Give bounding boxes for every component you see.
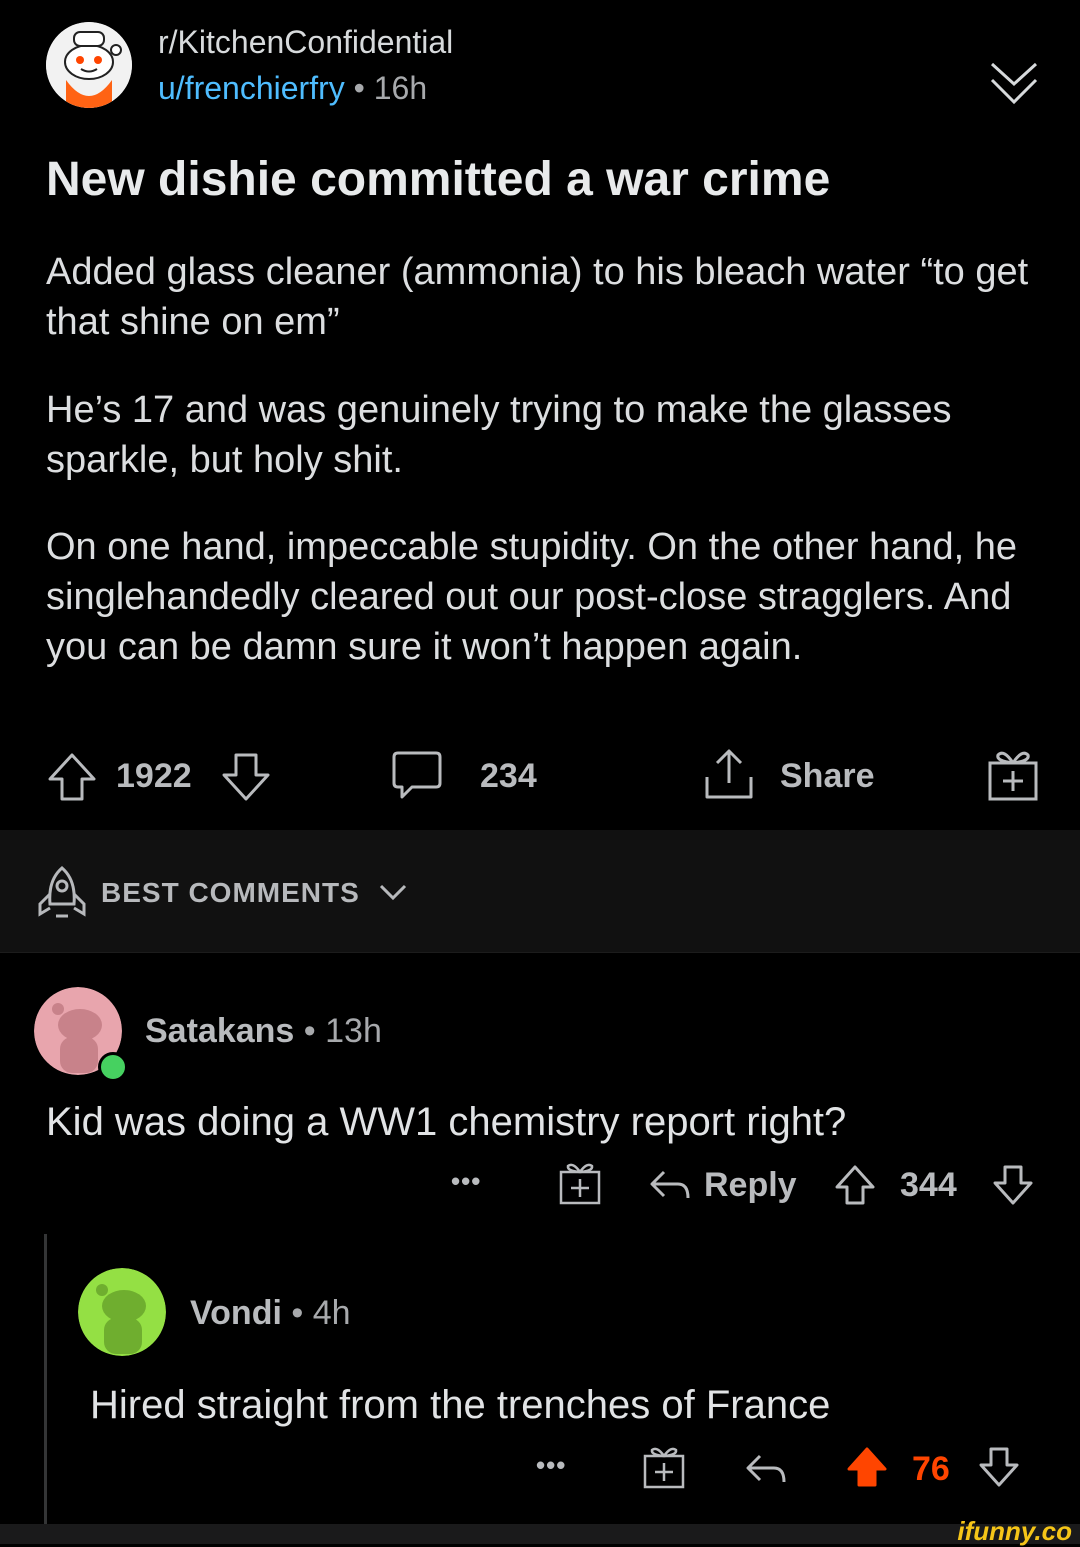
comment-bubble-icon[interactable] — [390, 749, 444, 803]
reply-arrow-icon[interactable] — [648, 1168, 690, 1202]
subreddit-avatar[interactable] — [46, 22, 132, 108]
post-comment-count[interactable]: 234 — [480, 757, 537, 796]
meta-separator: • — [303, 1012, 316, 1050]
comment-author[interactable]: Vondi — [190, 1294, 282, 1332]
thread-line[interactable] — [44, 1234, 47, 1524]
share-button[interactable]: Share — [780, 757, 875, 796]
upvote-icon[interactable] — [46, 751, 98, 803]
subreddit-name[interactable]: r/KitchenConfidential — [158, 24, 453, 61]
comment-age: 13h — [325, 1012, 382, 1050]
comment-vote-count: 76 — [912, 1450, 950, 1488]
more-options-button[interactable]: ••• — [536, 1450, 566, 1481]
downvote-icon[interactable] — [220, 751, 272, 803]
comment-author[interactable]: Satakans — [145, 1012, 294, 1050]
post-action-bar: 1922 234 Share — [0, 735, 1080, 820]
comment-meta: Vondi • 4h — [190, 1294, 351, 1333]
award-gift-icon[interactable] — [986, 747, 1040, 803]
comment-vote-count: 344 — [900, 1166, 957, 1204]
comment-sort-bar[interactable]: BEST COMMENTS — [0, 830, 1080, 953]
post-age: 16h — [373, 70, 428, 106]
watermark: ifunny.co — [957, 1516, 1072, 1546]
post-author[interactable]: u/frenchierfry — [158, 70, 345, 106]
comment-meta: Satakans • 13h — [145, 1012, 382, 1051]
downvote-icon[interactable] — [992, 1164, 1034, 1206]
reply-arrow-icon[interactable] — [744, 1452, 786, 1486]
share-icon[interactable] — [703, 747, 755, 803]
post-paragraph-3: On one hand, impeccable stupidity. On th… — [46, 526, 1018, 668]
post-vote-count: 1922 — [116, 757, 192, 795]
award-gift-icon[interactable] — [642, 1444, 686, 1490]
more-options-button[interactable]: ••• — [451, 1166, 481, 1197]
upvote-active-icon[interactable] — [846, 1446, 888, 1488]
chevron-down-icon[interactable] — [377, 882, 409, 902]
collapse-chevron-icon[interactable] — [988, 58, 1040, 110]
award-gift-icon[interactable] — [558, 1160, 602, 1206]
comment-text: Kid was doing a WW1 chemistry report rig… — [46, 1100, 847, 1144]
post-meta: u/frenchierfry • 16h — [158, 70, 427, 107]
post-paragraph-2: He’s 17 and was genuinely trying to make… — [46, 389, 952, 481]
post-title[interactable]: New dishie committed a war crime — [46, 152, 830, 207]
post-paragraph-1: Added glass cleaner (ammonia) to his ble… — [46, 251, 1029, 343]
meta-separator: • — [291, 1294, 304, 1332]
comment-text: Hired straight from the trenches of Fran… — [90, 1383, 831, 1427]
rocket-icon — [36, 864, 88, 920]
chef-snoo-icon — [46, 22, 132, 108]
bottom-bar — [0, 1524, 1080, 1544]
comment-age: 4h — [312, 1294, 351, 1332]
online-status-dot — [98, 1052, 128, 1082]
comment-avatar[interactable] — [78, 1268, 166, 1356]
reply-button[interactable]: Reply — [704, 1166, 797, 1205]
downvote-icon[interactable] — [978, 1446, 1020, 1488]
sort-label[interactable]: BEST COMMENTS — [101, 877, 360, 909]
upvote-icon[interactable] — [834, 1164, 876, 1206]
meta-separator: • — [353, 70, 365, 106]
